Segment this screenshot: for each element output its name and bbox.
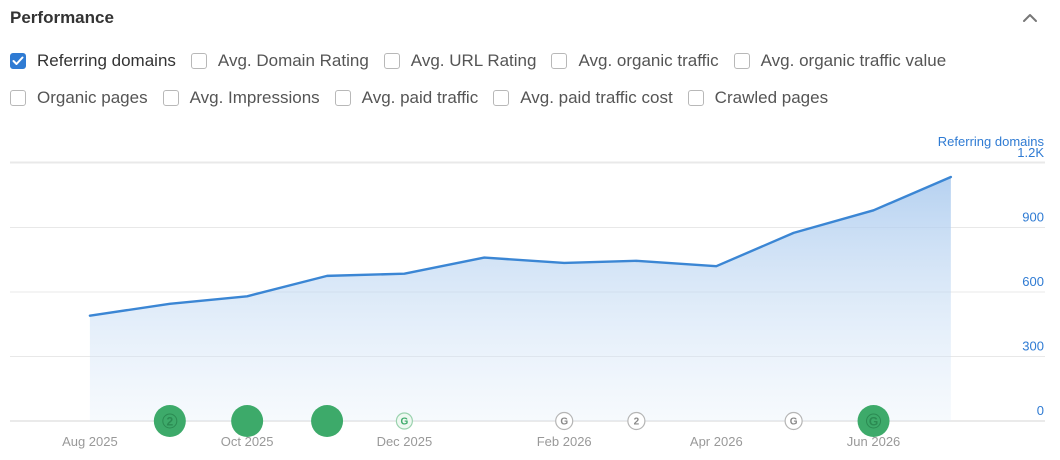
- event-marker[interactable]: [231, 405, 264, 437]
- metric-checkbox-avg-domain-rating[interactable]: Avg. Domain Rating: [190, 51, 369, 71]
- metric-checkbox-avg-paid-traffic[interactable]: Avg. paid traffic: [334, 88, 479, 108]
- metric-label: Organic pages: [37, 88, 148, 107]
- checkbox-unchecked-icon[interactable]: [190, 53, 207, 69]
- metric-checkbox-crawled-pages[interactable]: Crawled pages: [687, 88, 829, 108]
- chevron-up-icon[interactable]: [1020, 10, 1040, 26]
- y-tick-label: 900: [1022, 210, 1044, 225]
- metric-label: Avg. URL Rating: [410, 51, 537, 70]
- metric-label: Avg. organic traffic value: [760, 51, 947, 70]
- panel-title: Performance: [10, 8, 114, 27]
- event-marker-label: G: [401, 417, 409, 428]
- checkbox-unchecked-icon[interactable]: [733, 53, 750, 69]
- y-tick-label: 600: [1022, 274, 1044, 289]
- metric-label: Referring domains: [37, 51, 176, 70]
- metric-label: Avg. Domain Rating: [217, 51, 369, 70]
- checkbox-unchecked-icon[interactable]: [687, 90, 704, 106]
- checkbox-unchecked-icon[interactable]: [334, 90, 351, 106]
- metric-label: Avg. paid traffic cost: [520, 88, 673, 107]
- y-tick-label: 300: [1022, 339, 1044, 354]
- checkbox-unchecked-icon[interactable]: [383, 53, 400, 69]
- checkbox-unchecked-icon[interactable]: [10, 90, 26, 106]
- metric-checkbox-avg-organic-traffic-value[interactable]: Avg. organic traffic value: [733, 51, 947, 71]
- metric-label: Avg. organic traffic: [578, 51, 719, 70]
- metric-checkbox-avg-organic-traffic[interactable]: Avg. organic traffic: [551, 51, 719, 71]
- event-marker[interactable]: [311, 405, 344, 437]
- checkbox-unchecked-icon[interactable]: [493, 90, 510, 106]
- event-marker-label: G: [560, 417, 568, 428]
- metric-row: Referring domains Avg. Domain Rating Avg. …: [10, 49, 1050, 73]
- metric-checkbox-avg-paid-traffic-cost[interactable]: Avg. paid traffic cost: [493, 88, 673, 108]
- metric-row: Organic pages Avg. Impressions Avg. paid t…: [10, 86, 1050, 110]
- event-marker-label: G: [790, 417, 798, 428]
- metric-checkbox-avg-url-rating[interactable]: Avg. URL Rating: [383, 51, 537, 71]
- metric-checkbox-referring-domains[interactable]: Referring domains: [10, 51, 176, 71]
- y-tick-label: 0: [1037, 403, 1044, 418]
- metric-selector: Referring domains Avg. Domain Rating Avg. …: [10, 49, 1050, 123]
- event-marker-label: 2: [166, 414, 173, 428]
- y-tick-label: 1.2K: [1017, 145, 1044, 160]
- checkbox-unchecked-icon[interactable]: [551, 53, 568, 69]
- event-marker-label: 2: [634, 417, 640, 428]
- metric-label: Avg. Impressions: [189, 88, 320, 107]
- metric-label: Crawled pages: [714, 88, 829, 107]
- checkbox-unchecked-icon[interactable]: [162, 90, 179, 106]
- metric-checkbox-organic-pages[interactable]: Organic pages: [10, 88, 148, 108]
- x-tick-label: Apr 2026: [690, 434, 743, 449]
- x-tick-label: Aug 2025: [62, 434, 118, 449]
- x-tick-label: Feb 2026: [537, 434, 592, 449]
- metric-label: Avg. paid traffic: [361, 88, 479, 107]
- referring-domains-chart: Referring domains03006009001.2KAug 2025 O…: [10, 134, 1045, 449]
- metric-checkbox-avg-impressions[interactable]: Avg. Impressions: [162, 88, 320, 108]
- panel-header: Performance: [10, 8, 1040, 30]
- x-tick-label: Dec 2025: [377, 434, 433, 449]
- checkbox-checked-icon[interactable]: [10, 53, 26, 69]
- event-marker-label: G: [869, 414, 878, 428]
